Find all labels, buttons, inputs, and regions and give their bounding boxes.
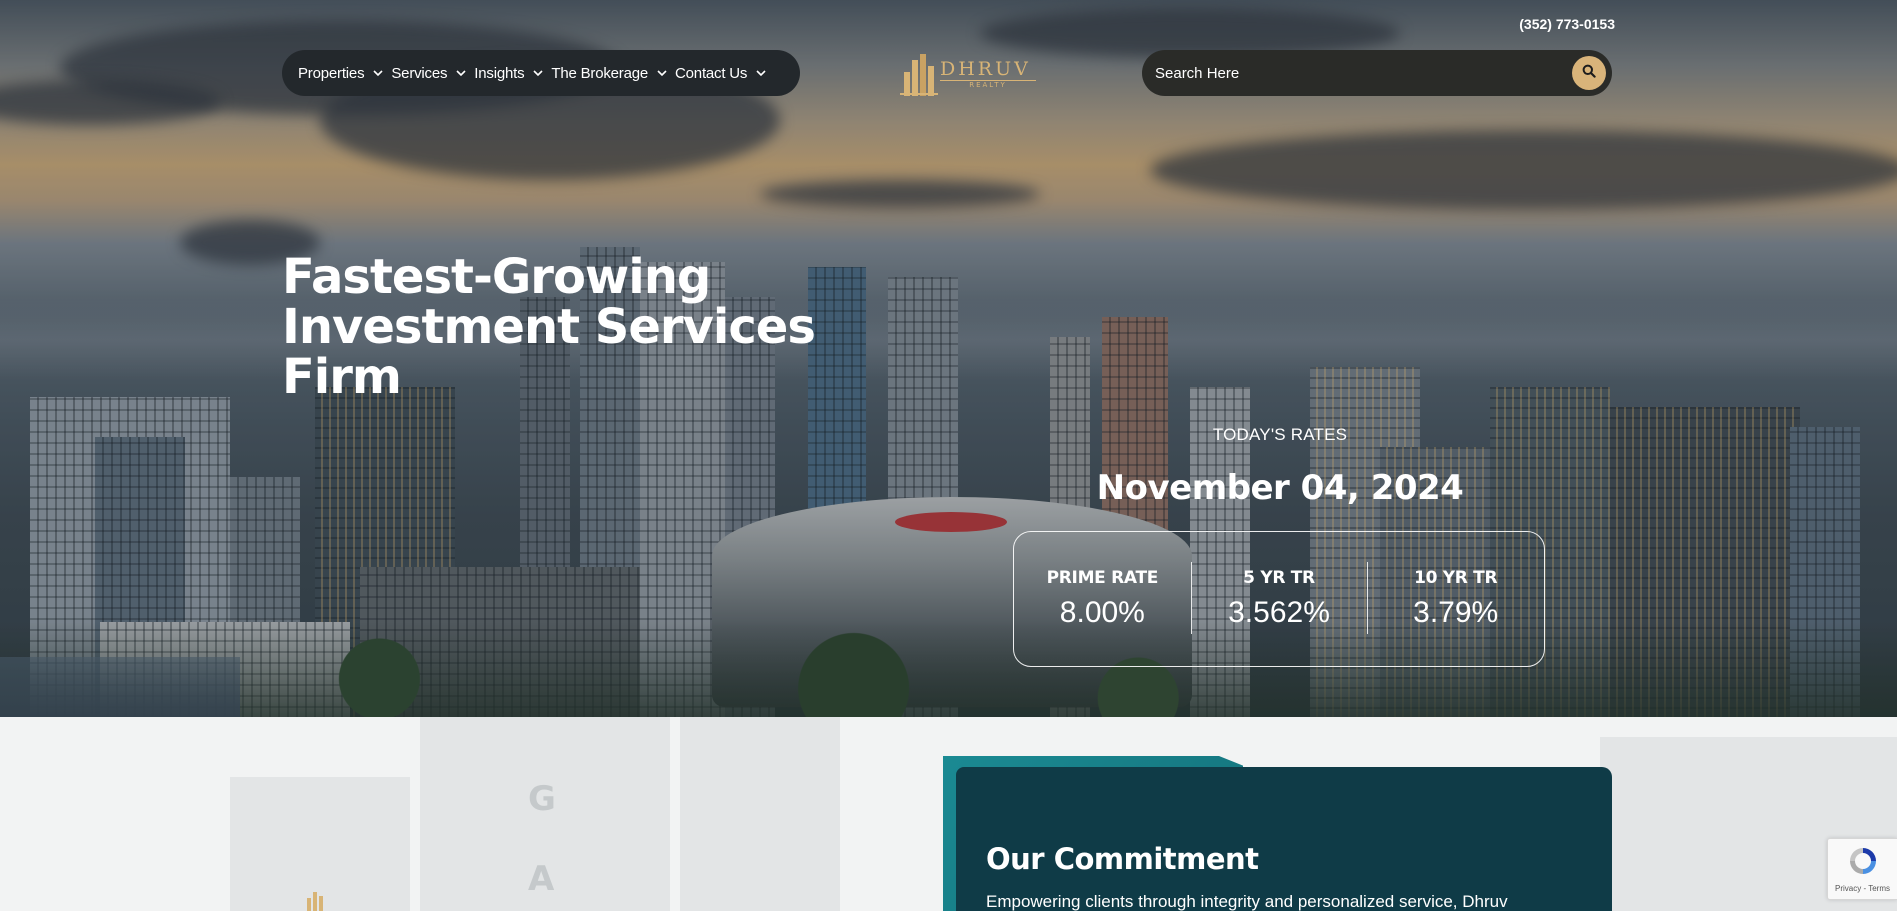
nav-item-label: The Brokerage <box>551 64 649 82</box>
recaptcha-badge[interactable]: Privacy - Terms <box>1827 838 1897 900</box>
hero-title-line: Investment Services <box>282 299 816 355</box>
search-input[interactable] <box>1142 64 1572 82</box>
nav-item-label: Services <box>391 64 448 82</box>
rate-prime: PRIME RATE 8.00% <box>1014 554 1191 644</box>
rate-name: 5 YR TR <box>1243 568 1315 588</box>
background-letter: A <box>528 859 555 899</box>
rate-name: PRIME RATE <box>1046 568 1159 588</box>
nav-item-insights[interactable]: Insights <box>474 65 549 82</box>
logo-name: DHRUV <box>940 58 1031 80</box>
rate-10yr: 10 YR TR 3.79% <box>1367 554 1544 644</box>
nav-item-services[interactable]: Services <box>391 65 472 82</box>
background-building <box>680 717 840 911</box>
rates-panel: PRIME RATE 8.00% 5 YR TR 3.562% 10 YR TR… <box>1013 531 1545 667</box>
nav-item-the-brokerage[interactable]: The Brokerage <box>551 65 673 82</box>
nav-item-label: Properties <box>298 64 365 82</box>
rate-name: 10 YR TR <box>1414 568 1498 588</box>
search-bar <box>1142 50 1612 96</box>
logo-building-icon <box>305 892 325 911</box>
chevron-down-icon <box>456 68 466 78</box>
nav-item-label: Contact Us <box>675 64 748 82</box>
main-nav: Properties Services Insights The Brokera… <box>282 50 800 96</box>
nav-item-properties[interactable]: Properties <box>298 65 389 82</box>
hero-title-line: Fastest-Growing <box>282 249 711 305</box>
chevron-down-icon <box>756 68 766 78</box>
rate-value: 3.562% <box>1228 596 1330 629</box>
rates-date: November 04, 2024 <box>1096 468 1464 508</box>
commitment-title: Our Commitment <box>986 842 1259 876</box>
nav-item-contact-us[interactable]: Contact Us <box>675 65 772 82</box>
rates-label: TODAY'S RATES <box>1212 425 1348 444</box>
chevron-down-icon <box>533 68 543 78</box>
search-button[interactable] <box>1572 56 1606 90</box>
rate-value: 8.00% <box>1059 596 1145 629</box>
recaptcha-icon <box>1847 845 1879 882</box>
recaptcha-links[interactable]: Privacy - Terms <box>1835 884 1890 893</box>
nav-item-label: Insights <box>474 64 525 82</box>
logo-building-icon <box>900 52 938 96</box>
hero-title: Fastest-Growing Investment Services Firm <box>282 252 842 402</box>
logo-text: DHRUV REALTY <box>940 59 1036 89</box>
chevron-down-icon <box>373 68 383 78</box>
background-letter: G <box>528 779 556 819</box>
chevron-down-icon <box>657 68 667 78</box>
rate-5yr: 5 YR TR 3.562% <box>1190 554 1368 644</box>
site-logo[interactable]: DHRUV REALTY <box>900 50 1045 98</box>
rate-value: 3.79% <box>1413 596 1499 629</box>
background-building <box>230 777 410 911</box>
hero-title-line: Firm <box>282 349 402 405</box>
search-icon <box>1582 64 1596 83</box>
commitment-card <box>956 767 1612 911</box>
commitment-text: Empowering clients through integrity and… <box>986 892 1508 911</box>
phone-number[interactable]: (352) 773-0153 <box>1495 16 1615 32</box>
logo-sub: REALTY <box>940 80 1036 89</box>
